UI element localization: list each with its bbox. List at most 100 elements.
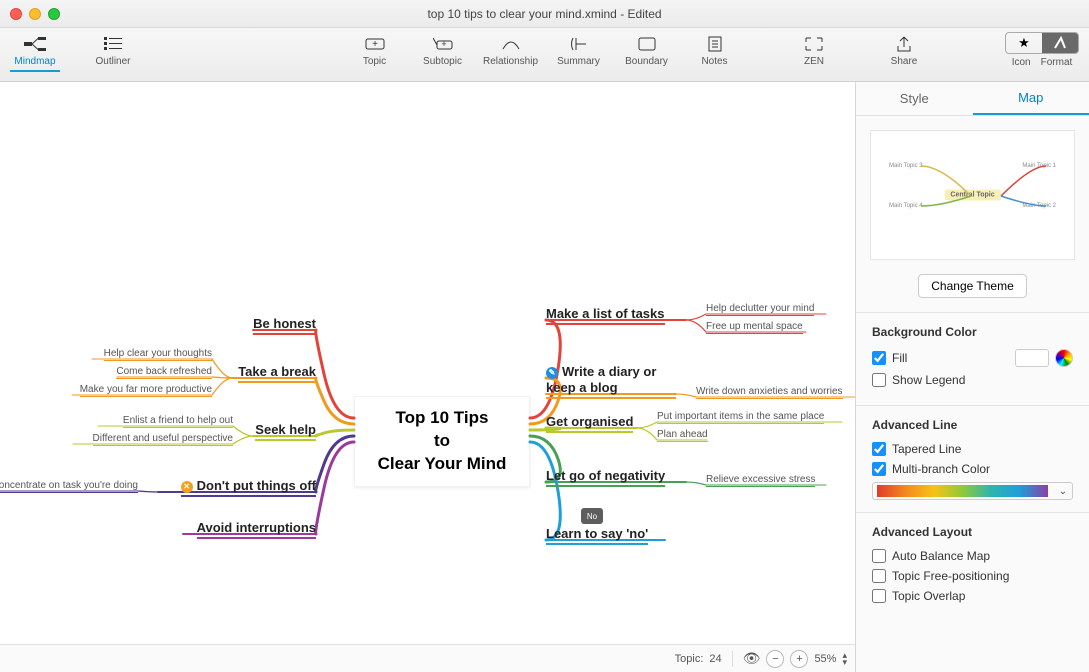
zoom-value: 55% bbox=[814, 653, 836, 665]
color-picker-icon[interactable] bbox=[1055, 349, 1073, 367]
statusbar: Topic: 24 👁 − + 55% ▴▾ bbox=[0, 644, 855, 672]
toolbar-right: ZEN Share bbox=[789, 32, 929, 67]
relationship-label: Relationship bbox=[483, 56, 538, 67]
icon-segment-button[interactable]: ★ bbox=[1006, 33, 1042, 53]
topic-node[interactable]: Make a list of tasks bbox=[546, 306, 665, 321]
outliner-icon bbox=[104, 32, 122, 56]
notes-label: Notes bbox=[701, 56, 727, 67]
no-badge: No bbox=[581, 508, 603, 524]
visibility-icon[interactable]: 👁 bbox=[743, 650, 761, 667]
topic-node[interactable]: Avoid interruptions bbox=[197, 520, 316, 535]
auto-balance-checkbox[interactable] bbox=[872, 549, 886, 563]
topic-node[interactable]: Take a break bbox=[238, 364, 316, 379]
summary-label: Summary bbox=[557, 56, 600, 67]
sub-topic[interactable]: Concentrate on task you're doing bbox=[0, 480, 138, 491]
sub-topic[interactable]: Different and useful perspective bbox=[93, 433, 233, 444]
icon-format-segment[interactable]: ★ bbox=[1005, 32, 1079, 54]
zoom-stepper-icon[interactable]: ▴▾ bbox=[842, 652, 847, 666]
relationship-icon bbox=[501, 32, 521, 56]
topic-node[interactable]: ✎Write a diary or keep a blog bbox=[546, 364, 676, 395]
tab-map[interactable]: Map bbox=[973, 82, 1089, 115]
boundary-button[interactable]: Boundary bbox=[622, 32, 672, 67]
mindmap-area[interactable]: Top 10 TipstoClear Your Mind Be honest Tak… bbox=[0, 82, 855, 672]
theme-preview[interactable]: Central Topic Main Topic 3 Main Topic 4 … bbox=[870, 130, 1075, 260]
svg-text:+: + bbox=[372, 39, 378, 50]
topic-node[interactable]: Get organised bbox=[546, 414, 633, 429]
tab-style[interactable]: Style bbox=[856, 82, 973, 115]
summary-button[interactable]: Summary bbox=[554, 32, 604, 67]
advanced-layout-panel: Advanced Layout Auto Balance Map Topic F… bbox=[856, 512, 1089, 621]
sub-topic[interactable]: Write down anxieties and worries bbox=[696, 386, 843, 397]
background-color-panel: Background Color Fill Show Legend bbox=[856, 312, 1089, 405]
toolbar-center: + Topic +Subtopic Relationship Summary Bo… bbox=[350, 32, 740, 67]
topic-icon: + bbox=[365, 32, 385, 56]
sub-topic[interactable]: Enlist a friend to help out bbox=[123, 415, 233, 426]
background-color-title: Background Color bbox=[872, 325, 1073, 339]
central-topic[interactable]: Top 10 TipstoClear Your Mind bbox=[354, 396, 530, 487]
format-segment-button[interactable] bbox=[1042, 33, 1078, 53]
sub-topic[interactable]: Help clear your thoughts bbox=[104, 348, 212, 359]
sub-topic[interactable]: Come back refreshed bbox=[116, 366, 212, 377]
topic-label: Topic bbox=[363, 56, 386, 67]
topic-node[interactable]: Let go of negativity bbox=[546, 468, 665, 483]
chevron-down-icon[interactable]: ⌄ bbox=[1054, 486, 1072, 497]
sub-topic[interactable]: Help declutter your mind bbox=[706, 303, 814, 314]
share-button[interactable]: Share bbox=[879, 32, 929, 67]
window-title: top 10 tips to clear your mind.xmind - E… bbox=[0, 7, 1089, 21]
toolbar: Mindmap Outliner + Topic +Subtopic Relati… bbox=[0, 28, 1089, 82]
topic-button[interactable]: + Topic bbox=[350, 32, 400, 67]
main: Top 10 TipstoClear Your Mind Be honest Tak… bbox=[0, 82, 1089, 672]
topic-node[interactable]: Be honest bbox=[253, 316, 316, 331]
topic-overlap-checkbox[interactable] bbox=[872, 589, 886, 603]
preview-lines-icon bbox=[871, 131, 1074, 259]
free-positioning-checkbox[interactable] bbox=[872, 569, 886, 583]
topic-node[interactable]: Seek help bbox=[255, 422, 316, 437]
sub-topic[interactable]: Make you far more productive bbox=[80, 384, 212, 395]
tapered-line-checkbox[interactable] bbox=[872, 442, 886, 456]
zoom-out-button[interactable]: − bbox=[766, 650, 784, 668]
sub-topic[interactable]: Put important items in the same place bbox=[657, 411, 824, 422]
topic-node[interactable]: Learn to say 'no' bbox=[546, 526, 648, 541]
tapered-line-label: Tapered Line bbox=[892, 442, 961, 456]
change-theme-button[interactable]: Change Theme bbox=[918, 274, 1027, 298]
fill-label: Fill bbox=[892, 351, 907, 365]
sub-topic[interactable]: Relieve excessive stress bbox=[706, 474, 815, 485]
auto-balance-label: Auto Balance Map bbox=[892, 549, 990, 563]
zen-icon bbox=[805, 32, 823, 56]
topic-count-value: 24 bbox=[709, 653, 721, 665]
toolbar-segment: ★ Icon Format bbox=[1005, 32, 1079, 68]
sub-topic[interactable]: Free up mental space bbox=[706, 321, 803, 332]
branch-lines bbox=[0, 82, 855, 672]
branch-color-spectrum[interactable]: ⌄ bbox=[872, 482, 1073, 500]
show-legend-checkbox[interactable] bbox=[872, 373, 886, 387]
subtopic-icon: + bbox=[433, 32, 453, 56]
outliner-view-button[interactable]: Outliner bbox=[88, 32, 138, 72]
topic-count-label: Topic: bbox=[675, 653, 704, 665]
zen-label: ZEN bbox=[804, 56, 824, 67]
titlebar: top 10 tips to clear your mind.xmind - E… bbox=[0, 0, 1089, 28]
fill-swatch[interactable] bbox=[1015, 349, 1049, 367]
outliner-view-label: Outliner bbox=[95, 56, 130, 67]
relationship-button[interactable]: Relationship bbox=[486, 32, 536, 67]
zoom-in-button[interactable]: + bbox=[790, 650, 808, 668]
notes-button[interactable]: Notes bbox=[690, 32, 740, 67]
canvas[interactable]: Top 10 TipstoClear Your Mind Be honest Tak… bbox=[0, 82, 855, 672]
sub-topic[interactable]: Plan ahead bbox=[657, 429, 708, 440]
free-positioning-label: Topic Free-positioning bbox=[892, 569, 1009, 583]
multibranch-color-label: Multi-branch Color bbox=[892, 462, 990, 476]
format-segment-label: Format bbox=[1041, 57, 1073, 68]
zen-button[interactable]: ZEN bbox=[789, 32, 839, 67]
fill-checkbox[interactable] bbox=[872, 351, 886, 365]
icon-segment-label: Icon bbox=[1012, 57, 1031, 68]
topic-overlap-label: Topic Overlap bbox=[892, 589, 965, 603]
sidebar-tabs: Style Map bbox=[856, 82, 1089, 116]
boundary-label: Boundary bbox=[625, 56, 668, 67]
share-icon bbox=[896, 32, 912, 56]
mindmap-view-button[interactable]: Mindmap bbox=[10, 32, 60, 72]
multibranch-color-checkbox[interactable] bbox=[872, 462, 886, 476]
summary-icon bbox=[570, 32, 588, 56]
subtopic-button[interactable]: +Subtopic bbox=[418, 32, 468, 67]
topic-node[interactable]: ✕Don't put things off bbox=[181, 478, 316, 493]
advanced-line-title: Advanced Line bbox=[872, 418, 1073, 432]
boundary-icon bbox=[638, 32, 656, 56]
